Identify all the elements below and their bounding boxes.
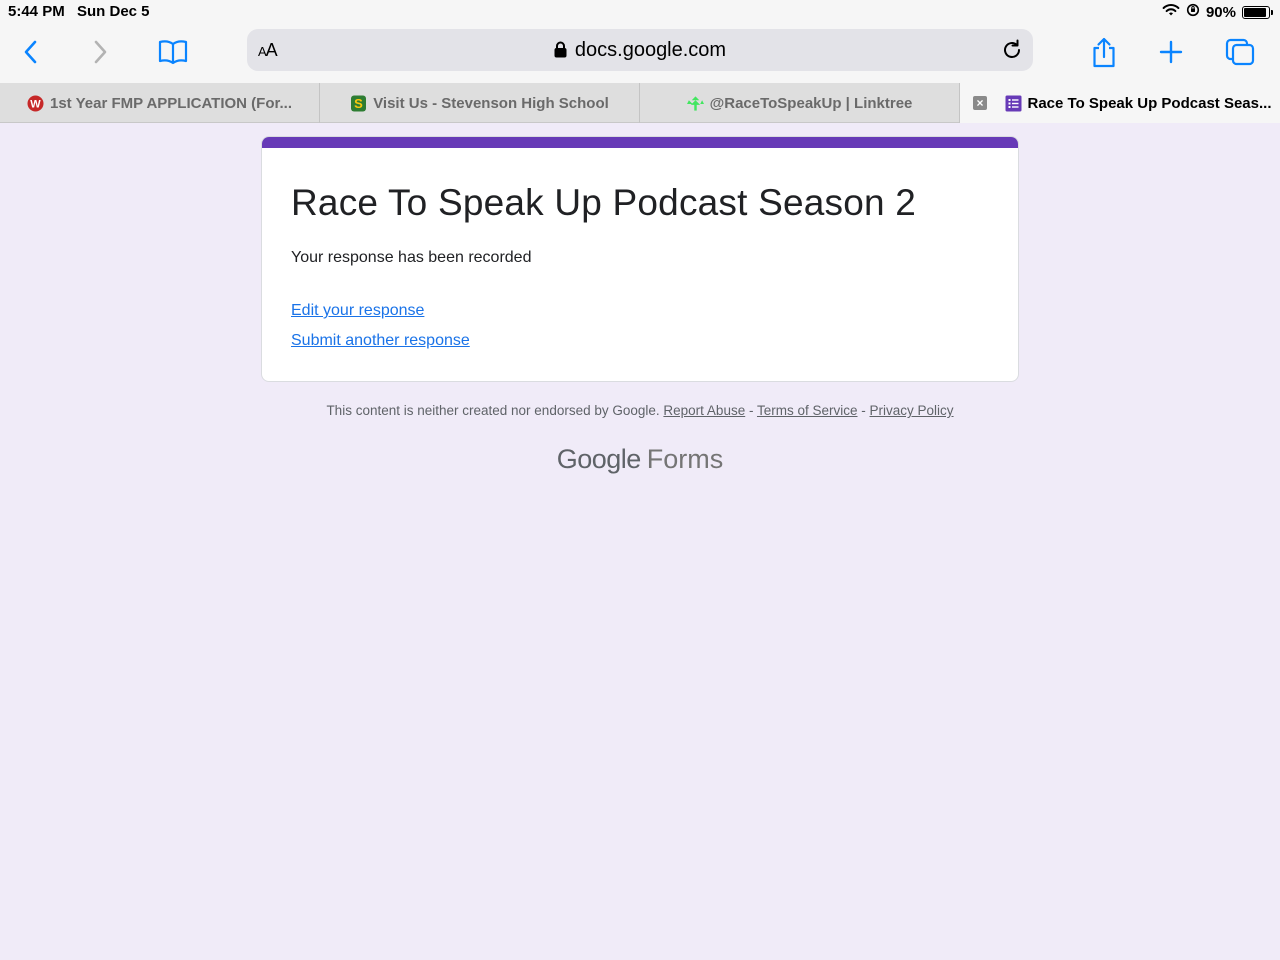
status-right: 90% [1162,3,1273,21]
footer: This content is neither created nor endo… [0,403,1280,418]
submit-another-link[interactable]: Submit another response [291,332,470,350]
terms-link[interactable]: Terms of Service [757,403,858,418]
form-theme-bar [262,137,1018,148]
tab-fmp-application[interactable]: W 1st Year FMP APPLICATION (For... [0,83,320,123]
forward-button[interactable] [80,32,120,72]
browser-toolbar: AA docs.google.com [0,24,1280,83]
google-forms-logo[interactable]: Google Forms [0,444,1280,475]
status-bar: 5:44 PM Sun Dec 5 90% [0,0,1280,24]
privacy-link[interactable]: Privacy Policy [870,403,954,418]
new-tab-button[interactable] [1151,32,1191,72]
confirmation-message: Your response has been recorded [291,249,532,266]
status-time: 5:44 PM [8,3,65,20]
tabs-icon [1225,38,1255,66]
footer-separator: - [745,403,757,418]
battery-percent: 90% [1205,3,1236,21]
lock-icon [554,41,567,64]
report-abuse-link[interactable]: Report Abuse [663,403,745,418]
tab-race-to-speak-up[interactable]: × Race To Speak Up Podcast Seas... [960,83,1280,123]
share-button[interactable] [1084,32,1124,72]
chevron-left-icon [24,40,37,64]
footer-separator: - [857,403,870,418]
svg-text:S: S [354,96,363,111]
book-icon [158,40,188,65]
address-bar[interactable]: AA docs.google.com [247,29,1033,71]
share-icon [1093,37,1115,68]
battery-icon [1242,5,1273,19]
chevron-right-icon [94,40,107,64]
plus-icon [1159,40,1183,64]
tab-label: Visit Us - Stevenson High School [373,94,609,112]
google-forms-icon [1005,95,1022,112]
reload-button[interactable] [1001,39,1023,66]
tab-label: 1st Year FMP APPLICATION (For... [50,94,292,112]
tab-overview-button[interactable] [1220,32,1260,72]
disclaimer-text: This content is neither created nor endo… [326,403,660,418]
back-button[interactable] [11,32,51,72]
tab-label: Race To Speak Up Podcast Seas... [1027,94,1272,112]
close-tab-icon[interactable]: × [973,96,987,110]
url-display[interactable]: docs.google.com [247,39,1033,64]
reload-icon [1004,39,1020,58]
form-confirmation-card: Race To Speak Up Podcast Season 2 Your r… [261,136,1019,382]
edit-response-link[interactable]: Edit your response [291,302,424,320]
svg-text:W: W [30,98,41,110]
tab-linktree[interactable]: @RaceToSpeakUp | Linktree [640,83,960,123]
orientation-lock-icon [1186,3,1200,21]
url-text: docs.google.com [574,39,727,61]
google-wordmark: Google [556,444,642,474]
wifi-icon [1162,3,1180,21]
form-title: Race To Speak Up Podcast Season 2 [291,182,917,223]
tab-label: @RaceToSpeakUp | Linktree [709,94,913,112]
s-logo-icon: S [350,95,367,112]
w-logo-icon: W [27,95,44,112]
linktree-icon [686,95,704,112]
forms-wordmark: Forms [646,444,724,474]
tab-stevenson[interactable]: S Visit Us - Stevenson High School [320,83,640,123]
tab-bar: W 1st Year FMP APPLICATION (For... S Vis… [0,83,1280,123]
bookmarks-button[interactable] [153,32,193,72]
status-date: Sun Dec 5 [77,3,150,20]
